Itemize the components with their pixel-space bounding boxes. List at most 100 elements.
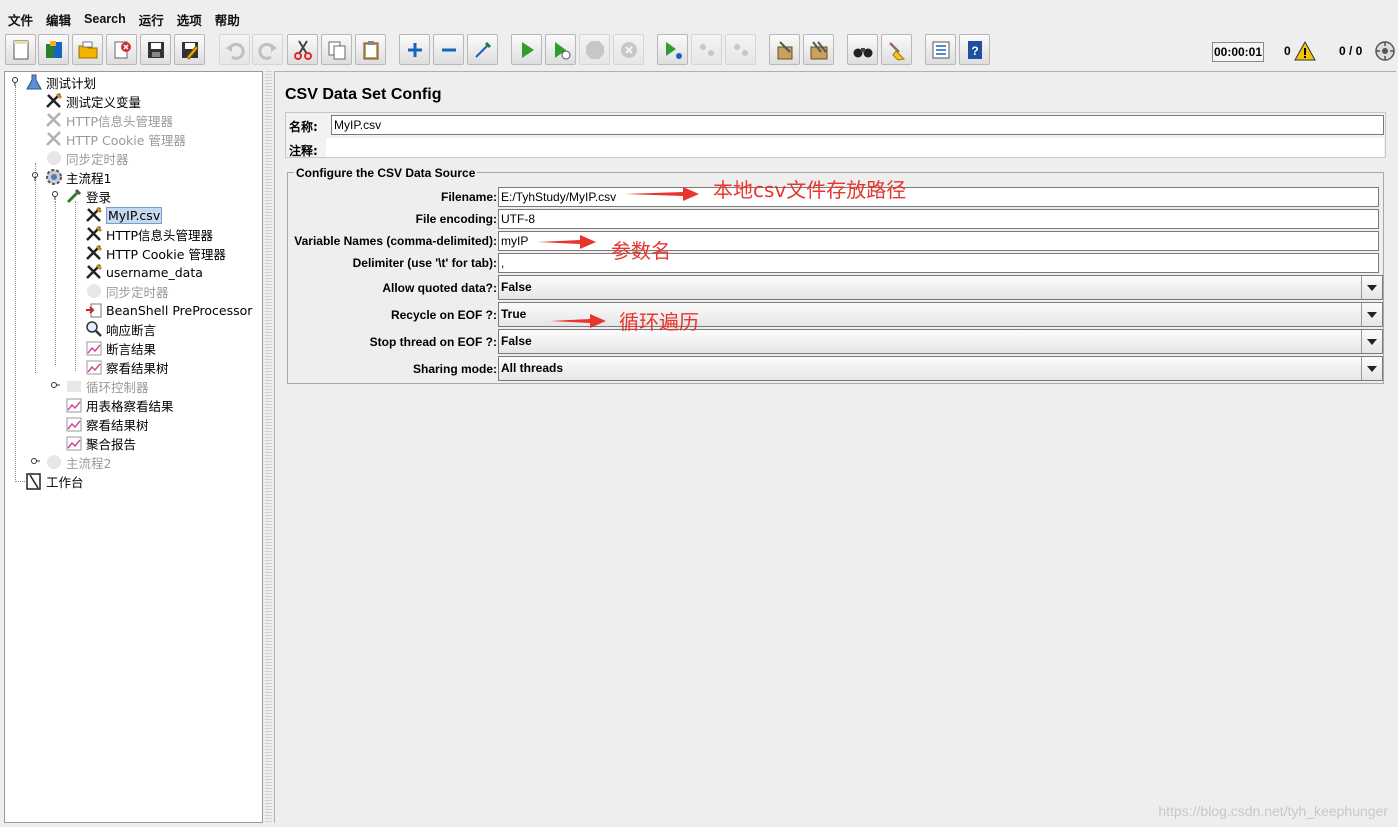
tree-node-assertion-results[interactable]: 断言结果	[85, 339, 156, 357]
page-title: CSV Data Set Config	[285, 86, 442, 103]
tree-node-view-results-tree[interactable]: 察看结果树	[85, 358, 169, 376]
tree-node-thread-group-2[interactable]: 主流程2	[45, 453, 111, 471]
tree-node-thread-group-1[interactable]: 主流程1	[45, 168, 111, 186]
tree-node-sync-timer[interactable]: 同步定时器	[45, 149, 129, 167]
broom-clear-all-icon	[810, 40, 827, 59]
open-button[interactable]	[72, 34, 103, 65]
csv-source-group: Configure the CSV Data Source Filename: …	[287, 166, 1384, 384]
expand-toggle-icon[interactable]	[51, 381, 60, 390]
tree-node-login-sampler[interactable]: 登录	[65, 187, 111, 205]
stop-button[interactable]	[579, 34, 610, 65]
tree-node-http-header-manager[interactable]: HTTP信息头管理器	[45, 111, 173, 129]
minus-icon	[441, 48, 456, 51]
listener-graph-icon	[65, 434, 83, 452]
test-plan-icon	[25, 73, 43, 91]
tree-node-workbench[interactable]: 工作台	[25, 472, 84, 490]
stop-thread-row: Stop thread on EOF ?: False	[288, 329, 1383, 356]
thread-group-icon	[45, 168, 63, 186]
tree-node-loop-controller[interactable]: 循环控制器	[65, 377, 149, 395]
menu-search[interactable]: Search	[84, 12, 126, 26]
sharing-mode-label: Sharing mode:	[412, 362, 497, 376]
tree-node-sync-timer-2[interactable]: 同步定时器	[85, 282, 169, 300]
tree-node-beanshell-preprocessor[interactable]: BeanShell PreProcessor	[85, 301, 252, 319]
config-wrench-icon	[45, 111, 63, 129]
play-icon	[521, 41, 534, 58]
binoculars-icon	[853, 47, 872, 57]
cut-button[interactable]	[287, 34, 318, 65]
new-button[interactable]	[5, 34, 36, 65]
start-no-pauses-button[interactable]	[545, 34, 576, 65]
templates-button[interactable]	[38, 34, 69, 65]
comment-input[interactable]	[326, 138, 1384, 157]
tree-node-http-header-manager-2[interactable]: HTTP信息头管理器	[85, 225, 213, 243]
help-button[interactable]: ?	[959, 34, 990, 65]
active-threads: 0 / 0	[1339, 44, 1363, 58]
collapse-toggle-icon[interactable]	[51, 191, 60, 200]
recycle-eof-value: True	[501, 307, 527, 321]
clear-all-button[interactable]	[803, 34, 834, 65]
scissors-icon	[293, 39, 312, 60]
sharing-mode-select[interactable]: All threads	[498, 356, 1383, 381]
collapse-toggle-icon[interactable]	[11, 77, 20, 86]
function-helper-button[interactable]	[925, 34, 956, 65]
save-as-button[interactable]	[174, 34, 205, 65]
remote-shutdown-icon	[733, 43, 748, 56]
test-plan-tree[interactable]: 测试计划 测试定义变量 HTTP信息头管理器 HTTP Cookie 管理器 同…	[4, 71, 263, 823]
name-input[interactable]: MyIP.csv	[331, 115, 1384, 135]
copy-icon	[328, 41, 345, 59]
collapse-all-button[interactable]	[433, 34, 464, 65]
name-comment-section: 名称: MyIP.csv 注释:	[285, 112, 1386, 158]
encoding-input[interactable]: UTF-8	[498, 209, 1379, 229]
panel-splitter[interactable]	[265, 71, 272, 823]
search-button[interactable]	[847, 34, 878, 65]
encoding-label: File encoding:	[415, 212, 497, 226]
collapse-toggle-icon[interactable]	[31, 172, 40, 181]
copy-button[interactable]	[321, 34, 352, 65]
controller-icon	[65, 377, 83, 395]
tree-node-view-results-table[interactable]: 用表格察看结果	[65, 396, 174, 414]
toggle-button[interactable]	[467, 34, 498, 65]
tree-node-aggregate-report[interactable]: 聚合报告	[65, 434, 136, 452]
remote-start-button[interactable]	[657, 34, 688, 65]
tree-node-user-variables[interactable]: 测试定义变量	[45, 92, 141, 110]
tree-node-username-data[interactable]: username_data	[85, 263, 203, 281]
tree-node-http-cookie-manager-2[interactable]: HTTP Cookie 管理器	[85, 244, 226, 262]
tree-node-view-results-tree-2[interactable]: 察看结果树	[65, 415, 149, 433]
clear-button[interactable]	[769, 34, 800, 65]
delimiter-row: Delimiter (use '\t' for tab): ,	[288, 252, 1383, 274]
allow-quoted-select[interactable]: False	[498, 275, 1383, 300]
remote-stop-button[interactable]	[691, 34, 722, 65]
recycle-eof-label: Recycle on EOF ?:	[390, 308, 497, 322]
annotation-arrow	[550, 314, 606, 328]
play-no-timer-icon	[554, 41, 570, 59]
menu-run[interactable]: 运行	[139, 10, 164, 29]
tree-node-test-plan[interactable]: 测试计划	[25, 73, 96, 91]
redo-button[interactable]	[252, 34, 283, 65]
reset-search-button[interactable]	[881, 34, 912, 65]
menu-help[interactable]: 帮助	[215, 10, 240, 29]
expand-all-button[interactable]	[399, 34, 430, 65]
save-button[interactable]	[140, 34, 171, 65]
shutdown-button[interactable]	[613, 34, 644, 65]
warning-icon[interactable]	[1294, 41, 1316, 61]
timer-icon	[85, 282, 103, 300]
menu-file[interactable]: 文件	[8, 10, 33, 29]
menu-bar: 文件 编辑 Search 运行 选项 帮助	[0, 8, 253, 30]
redo-icon	[257, 42, 277, 60]
close-button[interactable]	[106, 34, 137, 65]
stop-thread-value: False	[501, 334, 532, 348]
menu-options[interactable]: 选项	[177, 10, 202, 29]
tree-node-response-assertion[interactable]: 响应断言	[85, 320, 156, 338]
new-document-icon	[13, 40, 28, 59]
remote-shutdown-button[interactable]	[725, 34, 756, 65]
paste-button[interactable]	[355, 34, 386, 65]
expand-toggle-icon[interactable]	[31, 457, 40, 466]
menu-edit[interactable]: 编辑	[46, 10, 71, 29]
tree-node-csv-data-set[interactable]: MyIP.csv	[85, 206, 163, 224]
start-button[interactable]	[511, 34, 542, 65]
tree-node-http-cookie-manager[interactable]: HTTP Cookie 管理器	[45, 130, 186, 148]
templates-book-icon	[45, 40, 62, 58]
comment-label: 注释:	[289, 144, 318, 158]
annotation-arrow	[538, 235, 596, 249]
undo-button[interactable]	[219, 34, 250, 65]
